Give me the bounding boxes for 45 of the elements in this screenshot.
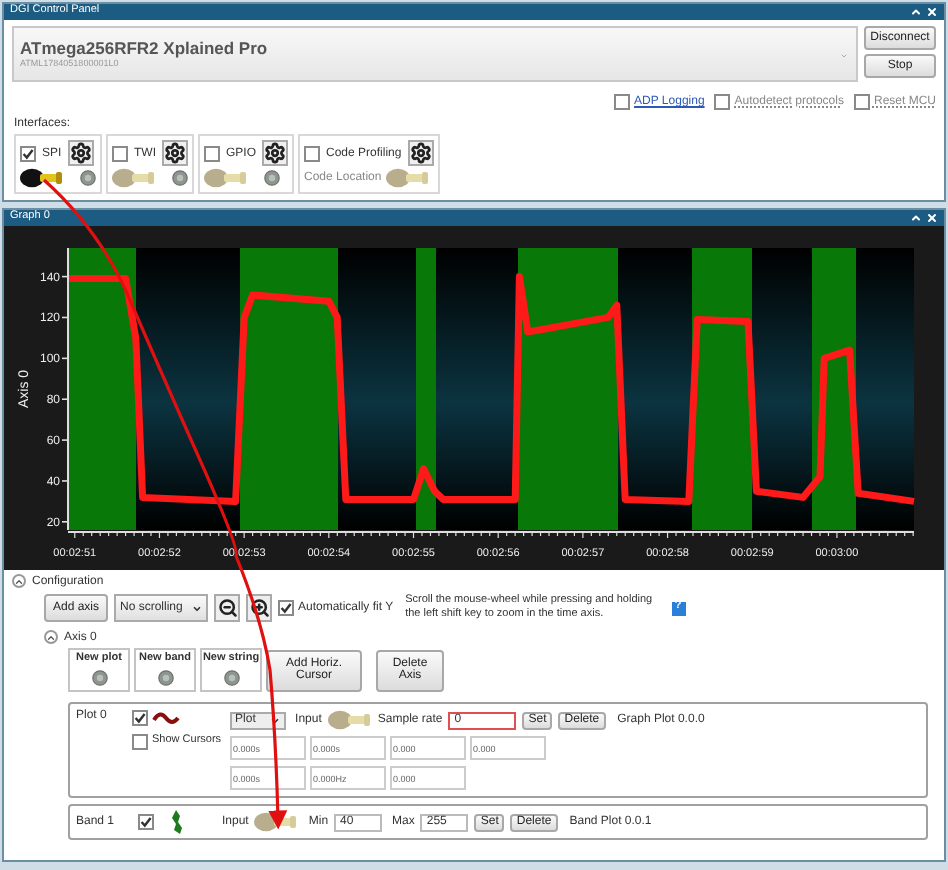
- close-icon[interactable]: [926, 212, 938, 224]
- plug-toggle[interactable]: [254, 812, 299, 832]
- checkbox[interactable]: [138, 814, 154, 830]
- plug-toggle[interactable]: [327, 710, 372, 730]
- checkbox[interactable]: [112, 145, 128, 161]
- checkbox[interactable]: [714, 94, 731, 110]
- dropdown-icon: [269, 715, 280, 725]
- wave-icon: [152, 710, 180, 726]
- settings-icon: [69, 142, 92, 164]
- settings-button[interactable]: [262, 140, 289, 166]
- settings-button[interactable]: [407, 140, 434, 166]
- zoom-out-icon: [217, 598, 237, 618]
- status-led-icon: [172, 170, 188, 186]
- band-icon: [172, 810, 184, 834]
- plug-toggle[interactable]: [112, 168, 156, 188]
- dropdown-icon: [192, 603, 202, 613]
- settings-icon: [264, 142, 287, 164]
- checkbox[interactable]: [132, 710, 148, 726]
- device-name: ATmega256RFR2 Xplained Pro: [20, 39, 270, 56]
- plug-toggle[interactable]: [204, 168, 248, 188]
- expander-icon[interactable]: [12, 574, 26, 588]
- checkbox[interactable]: [853, 94, 870, 110]
- checkbox[interactable]: [278, 600, 294, 616]
- checkbox[interactable]: [20, 145, 36, 161]
- settings-button[interactable]: [67, 140, 94, 166]
- zoom-out-button[interactable]: [214, 594, 240, 622]
- status-led-icon: [264, 170, 280, 186]
- status-led-icon: [91, 670, 107, 686]
- status-led-icon: [223, 670, 239, 686]
- close-icon[interactable]: [926, 6, 938, 18]
- settings-button[interactable]: [162, 140, 188, 166]
- plug-toggle[interactable]: [385, 168, 430, 188]
- status-led-icon: [157, 670, 173, 686]
- collapse-icon[interactable]: [910, 6, 922, 18]
- checkbox[interactable]: [304, 145, 321, 161]
- settings-icon: [164, 142, 186, 164]
- checkbox[interactable]: [614, 94, 631, 110]
- checkbox[interactable]: [204, 145, 220, 161]
- collapse-icon[interactable]: [910, 212, 922, 224]
- checkbox[interactable]: [132, 734, 148, 750]
- settings-icon: [409, 142, 432, 164]
- status-led-icon: [80, 170, 96, 186]
- expander-icon[interactable]: [44, 630, 58, 644]
- zoom-in-icon: [249, 598, 269, 618]
- plug-toggle[interactable]: [20, 168, 64, 188]
